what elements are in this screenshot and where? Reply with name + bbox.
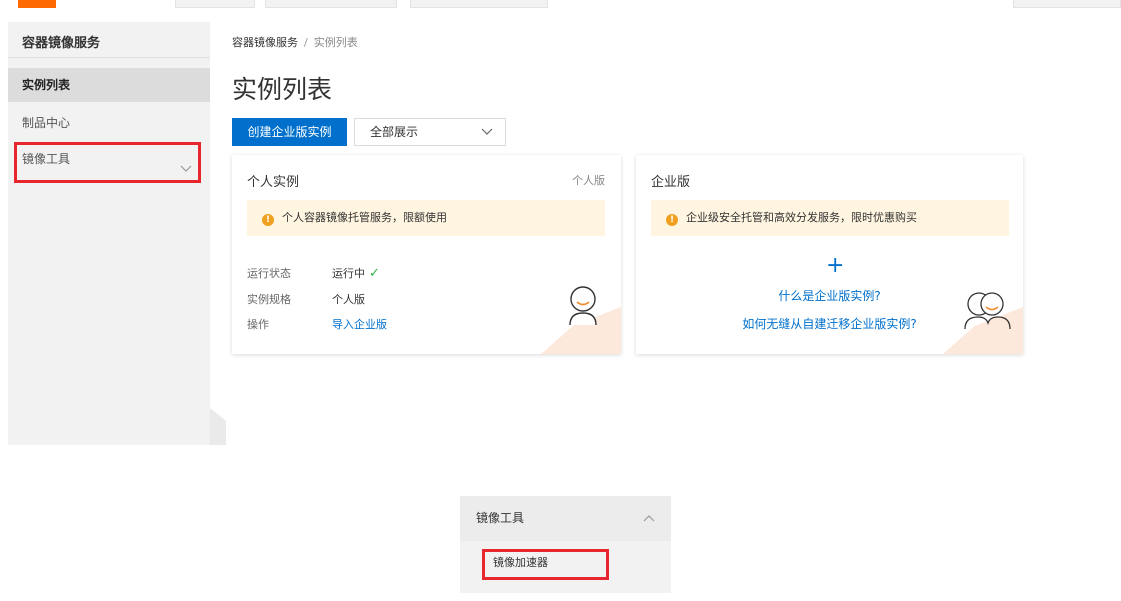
notice-banner: ! 企业级安全托管和高效分发服务，限时优惠购买 (651, 200, 1009, 236)
card-tag: 个人版 (572, 174, 605, 187)
top-nav-item[interactable] (1013, 0, 1121, 8)
warning-icon: ! (262, 214, 274, 226)
row-value: 运行中 (332, 267, 365, 280)
sidebar-title: 容器镜像服务 (22, 36, 101, 51)
sidebar-collapse-handle[interactable] (210, 408, 226, 445)
status-row: 运行状态 运行中 ✓ (247, 265, 380, 281)
sidebar-item-artifact-center[interactable]: 制品中心 (8, 106, 210, 140)
sidebar: 容器镜像服务 实例列表 制品中心 镜像工具 (8, 22, 210, 445)
import-enterprise-link[interactable]: 导入企业版 (332, 318, 387, 331)
row-key: 运行状态 (247, 267, 291, 280)
filter-select[interactable]: 全部展示 (354, 118, 506, 146)
create-enterprise-instance-button[interactable]: 创建企业版实例 (232, 118, 347, 146)
notice-text: 企业级安全托管和高效分发服务，限时优惠购买 (686, 211, 917, 224)
breadcrumb: 容器镜像服务 / 实例列表 (232, 34, 358, 50)
highlight-box-image-tools (14, 142, 201, 183)
notice-banner: ! 个人容器镜像托管服务，限额使用 (247, 200, 605, 236)
sidebar-divider (8, 57, 210, 58)
notice-text: 个人容器镜像托管服务，限额使用 (282, 211, 447, 224)
chevron-up-icon (643, 496, 655, 560)
card-title: 企业版 (651, 175, 691, 190)
submenu-header-image-tools[interactable]: 镜像工具 (460, 496, 671, 541)
people-icon (964, 292, 1011, 330)
top-nav-item[interactable] (265, 0, 397, 8)
breadcrumb-separator: / (304, 36, 308, 49)
card-title: 个人实例 (247, 175, 300, 190)
add-icon[interactable]: + (826, 255, 844, 277)
check-icon: ✓ (369, 266, 380, 281)
row-key: 操作 (247, 318, 269, 331)
logo-mark (18, 0, 56, 8)
page-title: 实例列表 (232, 75, 333, 104)
action-row: 操作 导入企业版 (247, 316, 387, 332)
warning-icon: ! (666, 214, 678, 226)
submenu-header-label: 镜像工具 (476, 511, 525, 525)
filter-select-value: 全部展示 (370, 125, 419, 139)
chevron-down-icon (481, 119, 493, 155)
sidebar-item-label: 实例列表 (22, 78, 71, 92)
sidebar-item-label: 制品中心 (22, 116, 71, 130)
row-key: 实例规格 (247, 293, 291, 306)
breadcrumb-root[interactable]: 容器镜像服务 (232, 36, 298, 49)
row-value: 个人版 (332, 293, 365, 306)
person-icon (569, 286, 597, 326)
breadcrumb-current: 实例列表 (313, 36, 358, 49)
top-nav-item[interactable] (175, 0, 255, 8)
sidebar-item-instance-list[interactable]: 实例列表 (8, 68, 210, 102)
spec-row: 实例规格 个人版 (247, 291, 365, 307)
personal-instance-card: 个人实例 个人版 ! 个人容器镜像托管服务，限额使用 运行状态 运行中 ✓ 实例规格 个… (232, 155, 621, 354)
enterprise-instance-card: 企业版 ! 企业级安全托管和高效分发服务，限时优惠购买 + 什么是企业版实例? 如… (636, 155, 1023, 354)
top-nav-item[interactable] (410, 0, 548, 8)
highlight-box-image-accelerator (482, 549, 609, 580)
top-bar (0, 0, 1121, 8)
